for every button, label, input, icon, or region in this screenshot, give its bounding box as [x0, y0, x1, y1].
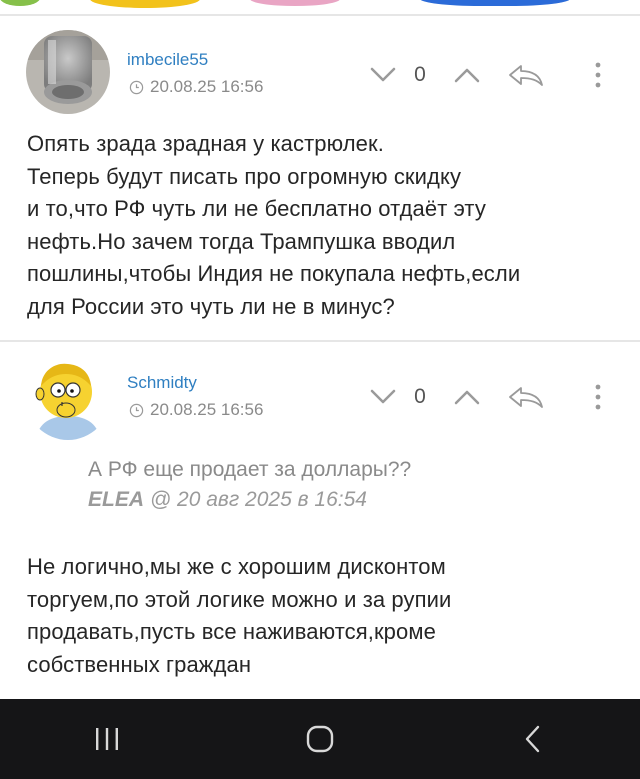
date-text: 20.08.25 16:56 — [150, 77, 264, 96]
comment-1: imbecile55 20.08.25 16:56 0 Опять зрада … — [0, 16, 640, 338]
quote-meta: ELEA @ 20 авг 2025 в 16:54 — [88, 485, 411, 515]
avatar[interactable] — [26, 356, 110, 440]
comment-actions: 0 — [366, 382, 608, 412]
chevron-up-icon[interactable] — [450, 383, 484, 411]
home-icon[interactable] — [290, 709, 350, 769]
vote-score: 0 — [414, 63, 426, 86]
quote-text: А РФ еще продает за доллары?? — [88, 458, 412, 481]
more-vertical-icon[interactable] — [588, 382, 608, 412]
date-text: 20.08.25 16:56 — [150, 400, 264, 419]
chevron-up-icon[interactable] — [450, 61, 484, 89]
system-navigation-bar — [0, 699, 640, 779]
author-name[interactable]: imbecile55 — [127, 50, 208, 70]
comment-2: Schmidty 20.08.25 16:56 0 А РФ еще прода… — [0, 342, 640, 699]
reply-arrow-icon[interactable] — [504, 61, 548, 89]
quote-datetime: @ 20 авг 2025 в 16:54 — [149, 488, 367, 511]
vote-score: 0 — [414, 385, 426, 408]
chevron-down-icon[interactable] — [366, 383, 400, 411]
recent-apps-icon[interactable] — [77, 709, 137, 769]
chevron-down-icon[interactable] — [366, 61, 400, 89]
comment-date: 20.08.25 16:56 — [129, 400, 263, 420]
author-name[interactable]: Schmidty — [127, 373, 197, 393]
comment-text: Опять зрада зрадная у кастрюлек. Теперь … — [27, 131, 521, 319]
comment-actions: 0 — [366, 60, 608, 90]
previous-image-strip — [0, 0, 640, 12]
avatar[interactable] — [26, 30, 110, 114]
clock-icon — [129, 403, 144, 417]
clock-icon — [129, 80, 144, 94]
comment-text: Не логично,мы же с хорошим дисконтом тор… — [27, 554, 452, 677]
back-icon[interactable] — [503, 709, 563, 769]
quote-author[interactable]: ELEA — [88, 488, 144, 511]
quoted-comment: А РФ еще продает за доллары?? ELEA @ 20 … — [88, 455, 411, 515]
more-vertical-icon[interactable] — [588, 60, 608, 90]
reply-arrow-icon[interactable] — [504, 383, 548, 411]
comment-date: 20.08.25 16:56 — [129, 77, 263, 97]
